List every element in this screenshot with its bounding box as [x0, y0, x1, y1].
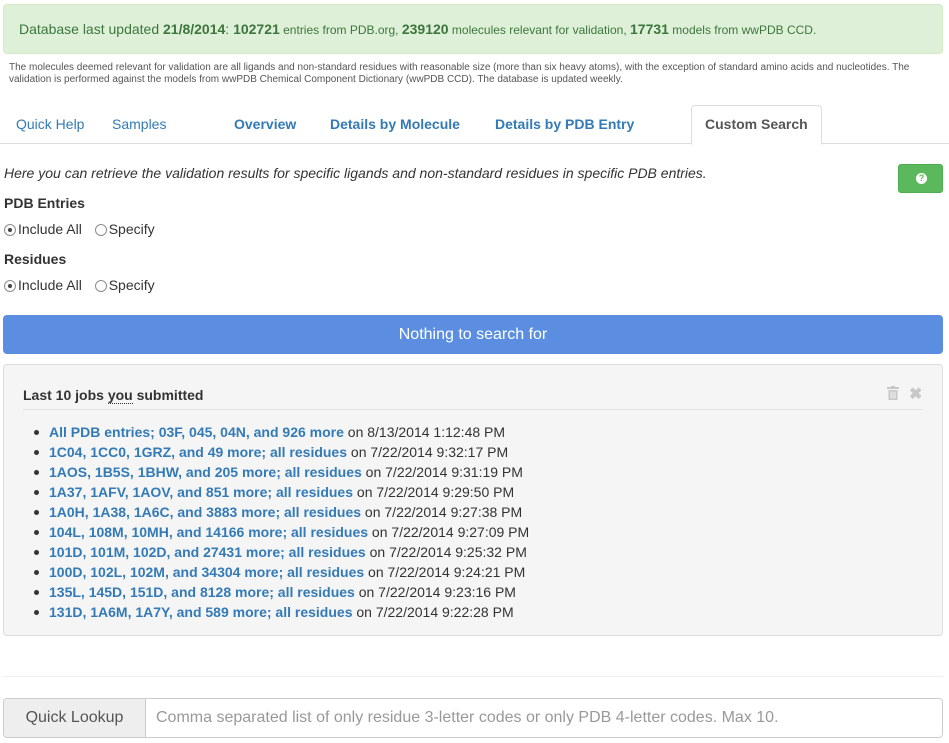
panel-divider	[23, 409, 923, 410]
residues-specify-label[interactable]: Specify	[109, 277, 155, 293]
job-link[interactable]: 1C04, 1CC0, 1GRZ, and 49 more; all resid…	[49, 444, 347, 460]
list-item: 1A0H, 1A38, 1A6C, and 3883 more; all res…	[33, 502, 529, 522]
residues-label: Residues	[4, 251, 67, 267]
pdb-entries-label: PDB Entries	[4, 195, 85, 211]
banner-models-text: models from wwPDB CCD.	[668, 23, 817, 37]
recent-jobs-panel: Last 10 jobs you submitted ✖ All PDB ent…	[3, 364, 943, 636]
job-date: on 7/22/2014 9:31:19 PM	[361, 464, 523, 480]
job-date: on 7/22/2014 9:32:17 PM	[347, 444, 509, 460]
recent-jobs-title: Last 10 jobs you submitted	[23, 387, 204, 404]
tab-custom-search[interactable]: Custom Search	[691, 105, 822, 145]
pdb-entries-options: Include All Specify	[4, 221, 164, 237]
list-item: 100D, 102L, 102M, and 34304 more; all re…	[33, 562, 529, 582]
list-item: All PDB entries; 03F, 045, 04N, and 926 …	[33, 422, 529, 442]
list-item: 131D, 1A6M, 1A7Y, and 589 more; all resi…	[33, 602, 529, 622]
residues-options: Include All Specify	[4, 277, 164, 293]
residues-specify-radio[interactable]	[94, 280, 107, 292]
job-link[interactable]: 135L, 145D, 151D, and 8128 more; all res…	[49, 584, 355, 600]
list-item: 135L, 145D, 151D, and 8128 more; all res…	[33, 582, 529, 602]
trash-icon[interactable]	[887, 386, 899, 400]
pdb-entries-include-all-radio[interactable]	[4, 224, 16, 236]
quick-lookup-label: Quick Lookup	[4, 699, 146, 737]
job-link[interactable]: 104L, 108M, 10MH, and 14166 more; all re…	[49, 524, 368, 540]
job-link[interactable]: All PDB entries; 03F, 045, 04N, and 926 …	[49, 424, 344, 440]
help-button[interactable]: ?	[898, 164, 943, 193]
job-link[interactable]: 1AOS, 1B5S, 1BHW, and 205 more; all resi…	[49, 464, 362, 480]
banner-molecules-count: 239120	[401, 21, 449, 37]
job-date: on 7/22/2014 9:23:16 PM	[354, 584, 516, 600]
recent-jobs-title-you: you	[107, 387, 133, 404]
job-date: on 7/22/2014 9:22:28 PM	[352, 604, 514, 620]
job-date: on 8/13/2014 1:12:48 PM	[343, 424, 506, 440]
job-link[interactable]: 1A37, 1AFV, 1AOV, and 851 more; all resi…	[49, 484, 353, 500]
recent-jobs-title-post: submitted	[132, 387, 204, 403]
banner-date: 21/8/2014	[163, 21, 226, 37]
tab-bar: Quick Help Samples Overview Details by M…	[0, 104, 949, 145]
intro-text: Here you can retrieve the validation res…	[4, 165, 707, 181]
database-status-banner: Database last updated 21/8/2014: 102721 …	[3, 4, 943, 54]
close-icon[interactable]: ✖	[909, 384, 922, 404]
quick-lookup-input[interactable]	[146, 699, 942, 737]
list-item: 1C04, 1CC0, 1GRZ, and 49 more; all resid…	[33, 442, 529, 462]
residues-include-all-radio[interactable]	[4, 280, 16, 292]
job-date: on 7/22/2014 9:25:32 PM	[365, 544, 527, 560]
list-item: 101D, 101M, 102D, and 27431 more; all re…	[33, 542, 529, 562]
pdb-entries-include-all-label[interactable]: Include All	[18, 221, 82, 237]
quick-lookup-group: Quick Lookup	[3, 698, 943, 738]
tab-samples[interactable]: Samples	[112, 104, 166, 144]
database-note: The molecules deemed relevant for valida…	[9, 62, 910, 85]
search-button[interactable]: Nothing to search for	[3, 315, 943, 354]
list-item: 1AOS, 1B5S, 1BHW, and 205 more; all resi…	[33, 462, 529, 482]
banner-models-count: 17731	[630, 21, 669, 37]
recent-jobs-title-pre: Last 10 jobs	[23, 387, 108, 403]
tab-details-by-molecule[interactable]: Details by Molecule	[330, 104, 460, 144]
section-divider	[3, 676, 943, 677]
tab-overview[interactable]: Overview	[234, 104, 296, 144]
tab-quick-help[interactable]: Quick Help	[16, 104, 84, 144]
list-item: 104L, 108M, 10MH, and 14166 more; all re…	[33, 522, 529, 542]
tab-details-by-pdb-entry[interactable]: Details by PDB Entry	[495, 104, 634, 144]
job-link[interactable]: 131D, 1A6M, 1A7Y, and 589 more; all resi…	[49, 604, 352, 620]
question-icon: ?	[916, 173, 927, 184]
job-link[interactable]: 1A0H, 1A38, 1A6C, and 3883 more; all res…	[49, 504, 361, 520]
banner-colon: :	[225, 21, 230, 37]
job-date: on 7/22/2014 9:27:09 PM	[368, 524, 530, 540]
job-date: on 7/22/2014 9:24:21 PM	[364, 564, 526, 580]
job-link[interactable]: 101D, 101M, 102D, and 27431 more; all re…	[49, 544, 366, 560]
banner-entries-count: 102721	[233, 21, 280, 37]
residues-include-all-label[interactable]: Include All	[18, 277, 82, 293]
recent-jobs-list: All PDB entries; 03F, 045, 04N, and 926 …	[33, 422, 529, 622]
banner-entries-text: entries from PDB.org,	[279, 23, 402, 37]
pdb-entries-specify-radio[interactable]	[94, 224, 107, 236]
job-link[interactable]: 100D, 102L, 102M, and 34304 more; all re…	[49, 564, 364, 580]
pdb-entries-specify-label[interactable]: Specify	[109, 221, 155, 237]
job-date: on 7/22/2014 9:29:50 PM	[353, 484, 515, 500]
list-item: 1A37, 1AFV, 1AOV, and 851 more; all resi…	[33, 482, 529, 502]
banner-molecules-text: molecules relevant for validation,	[448, 23, 630, 37]
job-date: on 7/22/2014 9:27:38 PM	[361, 504, 523, 520]
banner-prefix: Database last updated	[19, 21, 160, 37]
